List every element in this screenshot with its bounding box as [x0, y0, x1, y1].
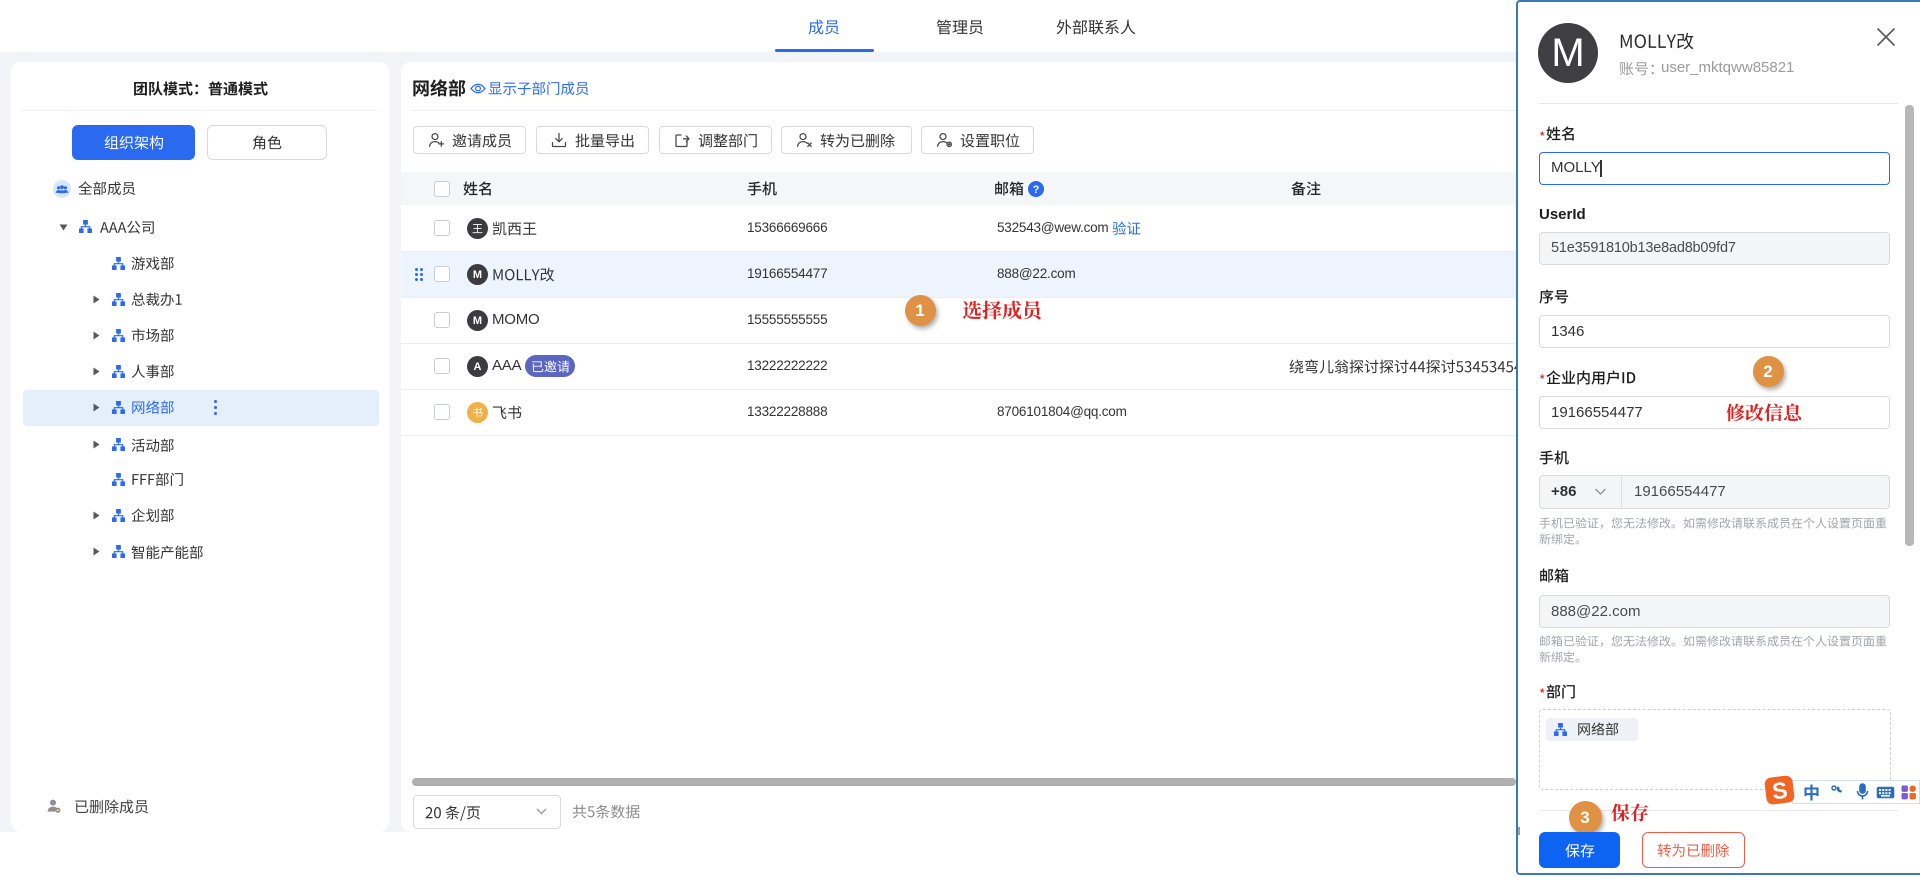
svg-text:S: S: [1771, 777, 1789, 805]
svg-text:M: M: [472, 269, 481, 281]
svg-text:M: M: [472, 315, 481, 327]
svg-text:A: A: [473, 361, 481, 373]
svg-text:?: ?: [1033, 183, 1040, 195]
